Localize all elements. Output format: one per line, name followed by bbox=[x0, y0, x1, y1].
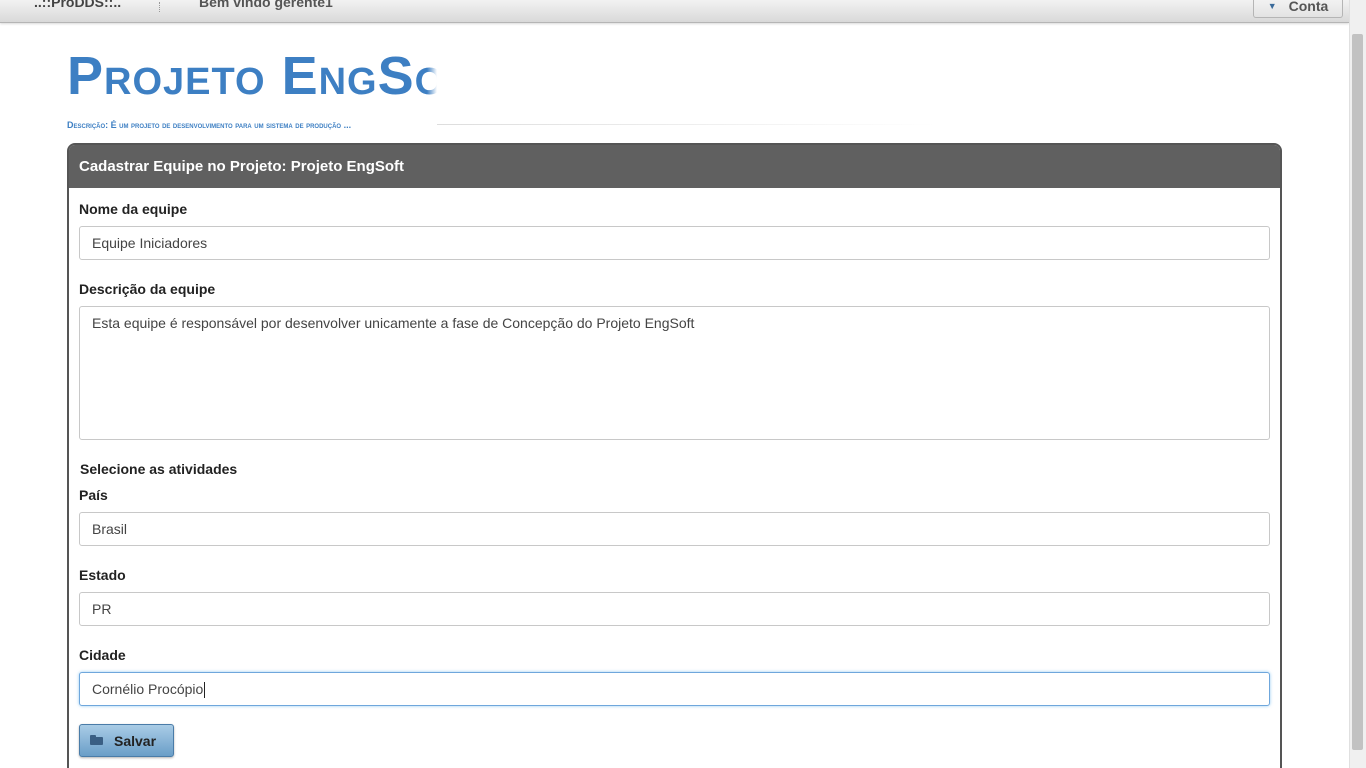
welcome-message: Bem vindo gerente1 bbox=[199, 0, 333, 10]
caret-down-icon: ▼ bbox=[1267, 0, 1277, 11]
team-name-label: Nome da equipe bbox=[79, 201, 188, 217]
account-menu-button[interactable]: ▼ Conta bbox=[1253, 0, 1343, 18]
navbar-divider bbox=[159, 2, 160, 12]
activities-section-label: Selecione as atividades bbox=[80, 461, 238, 477]
vertical-scrollbar[interactable] bbox=[1349, 0, 1366, 768]
state-label: Estado bbox=[79, 567, 126, 583]
team-description-label: Descrição da equipe bbox=[79, 281, 216, 297]
save-button-label: Salvar bbox=[114, 732, 157, 749]
city-label: Cidade bbox=[79, 647, 126, 663]
save-button[interactable]: Salvar bbox=[79, 724, 174, 757]
team-name-input[interactable]: Equipe Iniciadores bbox=[79, 226, 1270, 260]
app-brand[interactable]: ..::ProDDS::.. bbox=[34, 0, 121, 10]
team-form-panel: Cadastrar Equipe no Projeto: Projeto Eng… bbox=[67, 143, 1282, 768]
divider bbox=[437, 124, 937, 125]
city-input-value: Cornélio Procópio bbox=[92, 681, 204, 697]
team-description-textarea[interactable]: Esta equipe é responsável por desenvolve… bbox=[79, 306, 1270, 440]
project-description: Descrição: É um projeto de desenvolvimen… bbox=[67, 120, 352, 130]
city-input[interactable]: Cornélio Procópio bbox=[79, 672, 1270, 706]
top-navbar: ..::ProDDS::.. Bem vindo gerente1 ▼ Cont… bbox=[0, 0, 1349, 23]
country-input[interactable]: Brasil bbox=[79, 512, 1270, 546]
text-cursor bbox=[204, 682, 206, 699]
project-logo: Projeto EngSoft bbox=[67, 30, 437, 106]
panel-title: Cadastrar Equipe no Projeto: Projeto Eng… bbox=[69, 145, 1280, 188]
scrollbar-thumb[interactable] bbox=[1352, 34, 1363, 750]
folder-icon bbox=[90, 735, 104, 746]
state-input[interactable]: PR bbox=[79, 592, 1270, 626]
country-label: País bbox=[79, 487, 108, 503]
account-menu-label: Conta bbox=[1288, 0, 1329, 14]
project-logo-text: Projeto EngSoft bbox=[67, 46, 437, 106]
